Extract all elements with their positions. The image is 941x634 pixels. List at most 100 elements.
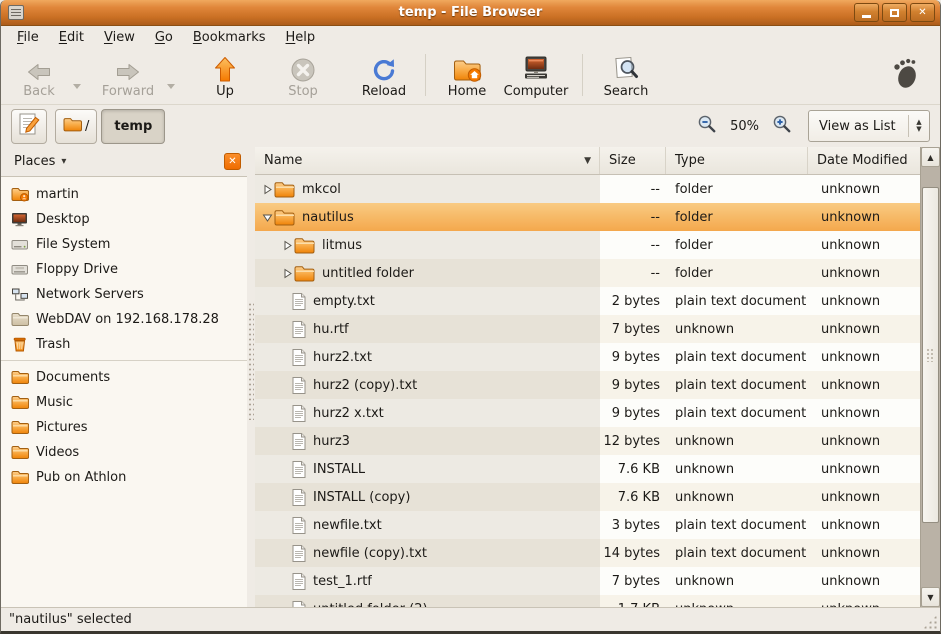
chevron-down-icon: ▾ (61, 156, 66, 167)
edit-location-button[interactable] (11, 109, 47, 144)
window-menu-icon[interactable] (8, 5, 24, 20)
column-header-name[interactable]: Name ▼ (255, 147, 600, 174)
table-row[interactable]: nautilus--folderunknown (255, 203, 920, 231)
sidebar-item-label: Desktop (36, 212, 90, 227)
zoom-in-button[interactable] (772, 114, 792, 138)
table-row[interactable]: hurz2 x.txt9 bytesplain text documentunk… (255, 399, 920, 427)
computer-button[interactable]: Computer (500, 51, 572, 99)
sidebar-item-trash[interactable]: Trash (1, 332, 247, 357)
menu-view[interactable]: View (94, 28, 145, 47)
floppy-icon (10, 262, 29, 277)
sidebar-item-martin[interactable]: martin (1, 182, 247, 207)
file-size: 2 bytes (600, 287, 666, 315)
expander-collapsed-icon[interactable] (260, 184, 274, 195)
vertical-scrollbar[interactable]: ▲ ▼ (920, 147, 940, 607)
sidebar-separator (1, 360, 247, 361)
menu-file[interactable]: File (7, 28, 49, 47)
scrollbar-thumb[interactable] (922, 187, 939, 523)
table-row[interactable]: test_1.rtf7 bytesunknownunknown (255, 567, 920, 595)
file-name: INSTALL (copy) (313, 490, 410, 505)
scrollbar-trough[interactable] (921, 167, 940, 587)
column-header-date-modified[interactable]: Date Modified (808, 147, 920, 174)
maximize-button[interactable] (882, 3, 907, 22)
sidebar-item-videos[interactable]: Videos (1, 440, 247, 465)
close-button[interactable]: ✕ (910, 3, 935, 22)
file-type: plain text document (666, 287, 808, 315)
home-button[interactable]: Home (440, 51, 494, 99)
sidebar-item-label: Floppy Drive (36, 262, 118, 277)
table-row[interactable]: hurz2.txt9 bytesplain text documentunkno… (255, 343, 920, 371)
scroll-down-button[interactable]: ▼ (921, 587, 940, 607)
sidebar-resize-handle[interactable] (247, 147, 255, 607)
menu-go[interactable]: Go (145, 28, 183, 47)
places-list: martin Desktop File System Floppy Drive Netw… (1, 177, 247, 607)
sidebar-close-button[interactable]: ✕ (224, 153, 241, 170)
minimize-icon (862, 15, 871, 18)
back-history-dropdown-icon[interactable] (73, 84, 81, 89)
sidebar-item-file-system[interactable]: File System (1, 232, 247, 257)
root-folder-button[interactable]: / (55, 109, 97, 144)
table-row[interactable]: untitled folder (2)1.7 KBunknownunknown (255, 595, 920, 607)
search-button[interactable]: Search (597, 51, 655, 99)
path-button-temp[interactable]: temp (101, 109, 165, 144)
column-header-type[interactable]: Type (666, 147, 808, 174)
table-row[interactable]: mkcol--folderunknown (255, 175, 920, 203)
toolbar: Back Forward Up Stop Reload (1, 48, 940, 105)
file-size: -- (600, 203, 666, 231)
file-type: plain text document (666, 399, 808, 427)
file-size: 14 bytes (600, 539, 666, 567)
text-file-icon (292, 545, 306, 562)
up-button[interactable]: Up (201, 51, 249, 99)
table-row[interactable]: untitled folder--folderunknown (255, 259, 920, 287)
minimize-button[interactable] (854, 3, 879, 22)
table-row[interactable]: hurz312 bytesunknownunknown (255, 427, 920, 455)
sidebar-item-floppy-drive[interactable]: Floppy Drive (1, 257, 247, 282)
remote-folder-icon (10, 312, 29, 327)
table-row[interactable]: litmus--folderunknown (255, 231, 920, 259)
menu-edit[interactable]: Edit (49, 28, 94, 47)
back-button[interactable]: Back (11, 51, 67, 99)
file-size: 9 bytes (600, 371, 666, 399)
view-mode-select[interactable]: View as List ▲▼ (808, 110, 930, 142)
column-header-size[interactable]: Size (600, 147, 666, 174)
menu-help[interactable]: Help (276, 28, 326, 47)
table-row[interactable]: INSTALL (copy)7.6 KBunknownunknown (255, 483, 920, 511)
table-row[interactable]: INSTALL7.6 KBunknownunknown (255, 455, 920, 483)
table-row[interactable]: empty.txt2 bytesplain text documentunkno… (255, 287, 920, 315)
table-row[interactable]: hu.rtf7 bytesunknownunknown (255, 315, 920, 343)
sidebar-mode-button[interactable]: Places ▾ ✕ (1, 147, 247, 177)
reload-button[interactable]: Reload (353, 51, 415, 99)
sidebar-item-desktop[interactable]: Desktop (1, 207, 247, 232)
expander-collapsed-icon[interactable] (280, 268, 294, 279)
forward-button[interactable]: Forward (95, 51, 161, 99)
sidebar-item-pictures[interactable]: Pictures (1, 415, 247, 440)
menu-bookmarks[interactable]: Bookmarks (183, 28, 276, 47)
sidebar-item-network-servers[interactable]: Network Servers (1, 282, 247, 307)
expander-expanded-icon[interactable] (260, 212, 274, 223)
file-date-modified: unknown (808, 567, 920, 595)
table-row[interactable]: newfile (copy).txt14 bytesplain text doc… (255, 539, 920, 567)
expander-collapsed-icon[interactable] (280, 240, 294, 251)
text-file-icon (292, 573, 306, 590)
text-file-icon (292, 405, 306, 422)
file-date-modified: unknown (808, 203, 920, 231)
scroll-up-button[interactable]: ▲ (921, 147, 940, 167)
forward-history-dropdown-icon[interactable] (167, 84, 175, 89)
table-row[interactable]: hurz2 (copy).txt9 bytesplain text docume… (255, 371, 920, 399)
statusbar: "nautilus" selected (1, 607, 940, 631)
zoom-out-button[interactable] (697, 114, 717, 138)
folder-icon (294, 265, 315, 282)
sidebar-item-pub-on-athlon[interactable]: Pub on Athlon (1, 465, 247, 490)
text-file-icon (292, 517, 306, 534)
sidebar-item-music[interactable]: Music (1, 390, 247, 415)
stop-button[interactable]: Stop (279, 51, 327, 99)
file-date-modified: unknown (808, 399, 920, 427)
table-row[interactable]: newfile.txt3 bytesplain text documentunk… (255, 511, 920, 539)
sidebar-item-webdav-on-192-168-178-28[interactable]: WebDAV on 192.168.178.28 (1, 307, 247, 332)
combo-spinner-icon: ▲▼ (909, 119, 929, 133)
sidebar-item-label: Pub on Athlon (36, 470, 126, 485)
sidebar-item-documents[interactable]: Documents (1, 365, 247, 390)
home-icon (453, 55, 482, 83)
file-name: mkcol (302, 182, 341, 197)
window-resize-grip[interactable] (923, 615, 937, 629)
